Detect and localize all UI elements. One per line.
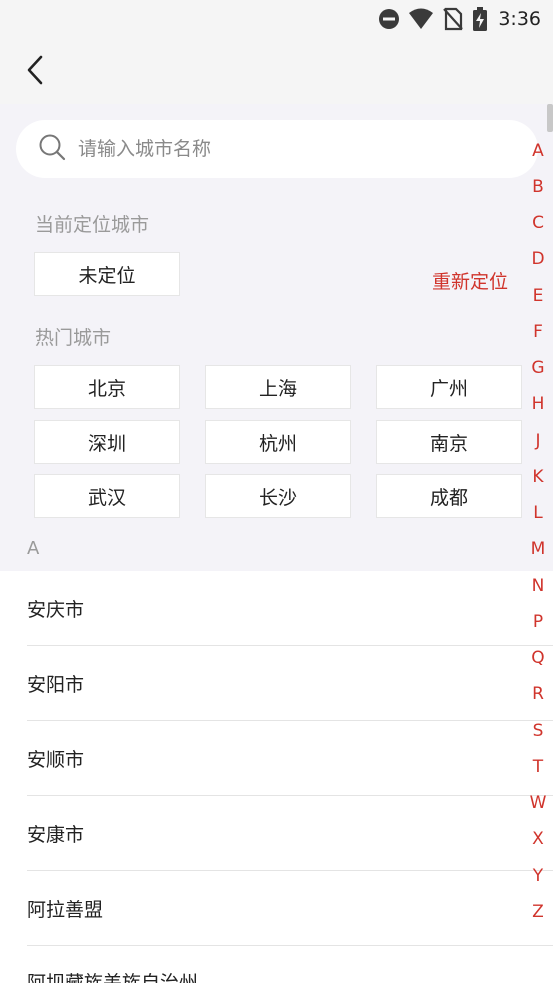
index-letter[interactable]: B — [524, 177, 552, 197]
battery-charging-icon — [472, 7, 488, 31]
city-list-item[interactable]: 阿坝藏族羌族自治州 — [27, 946, 553, 983]
index-letter[interactable]: F — [524, 322, 552, 342]
index-letter[interactable]: S — [524, 721, 552, 741]
city-group-header: A — [27, 538, 40, 559]
city-list: 安庆市 安阳市 安顺市 安康市 阿拉善盟 阿坝藏族羌族自治州 — [0, 571, 553, 983]
index-letter[interactable]: M — [524, 539, 552, 559]
status-time: 3:36 — [498, 8, 541, 30]
index-letter[interactable]: Q — [524, 648, 552, 668]
index-letter[interactable]: E — [524, 286, 552, 306]
city-picker-content: 当前定位城市 未定位 重新定位 热门城市 北京 上海 广州 深圳 杭州 南京 武… — [0, 104, 553, 983]
hot-city-button[interactable]: 武汉 — [34, 474, 180, 518]
back-button[interactable] — [18, 52, 52, 92]
status-bar: 3:36 — [0, 0, 553, 38]
hot-city-button[interactable]: 上海 — [205, 365, 351, 409]
wifi-icon — [408, 8, 434, 30]
index-letter[interactable]: R — [524, 684, 552, 704]
index-letter[interactable]: P — [524, 612, 552, 632]
no-sim-icon — [442, 7, 464, 31]
index-letter[interactable]: W — [524, 793, 552, 813]
index-letter[interactable]: Z — [524, 902, 552, 922]
city-list-item[interactable]: 安康市 — [27, 796, 553, 871]
index-letter[interactable]: J — [524, 431, 552, 451]
current-location-button[interactable]: 未定位 — [34, 252, 180, 296]
index-letter[interactable]: K — [524, 467, 552, 487]
hot-city-button[interactable]: 南京 — [376, 420, 522, 464]
index-letter[interactable]: D — [524, 249, 552, 269]
index-letter[interactable]: N — [524, 576, 552, 596]
hot-city-button[interactable]: 杭州 — [205, 420, 351, 464]
index-letter[interactable]: H — [524, 394, 552, 414]
hot-city-button[interactable]: 深圳 — [34, 420, 180, 464]
index-letter[interactable]: Y — [524, 866, 552, 886]
index-letter[interactable]: C — [524, 213, 552, 233]
index-letter[interactable]: L — [524, 503, 552, 523]
app-header — [0, 38, 553, 104]
city-list-item[interactable]: 安顺市 — [27, 721, 553, 796]
hot-city-button[interactable]: 长沙 — [205, 474, 351, 518]
hot-cities-label: 热门城市 — [35, 327, 112, 349]
search-box[interactable] — [16, 120, 538, 178]
city-list-item[interactable]: 安阳市 — [27, 646, 553, 721]
index-letter[interactable]: G — [524, 358, 552, 378]
chevron-left-icon — [25, 54, 45, 90]
current-location-label: 当前定位城市 — [35, 214, 150, 236]
hot-city-button[interactable]: 广州 — [376, 365, 522, 409]
city-list-item[interactable]: 阿拉善盟 — [27, 871, 553, 946]
relocate-button[interactable]: 重新定位 — [432, 267, 508, 294]
search-icon — [38, 133, 66, 165]
hot-city-button[interactable]: 成都 — [376, 474, 522, 518]
do-not-disturb-icon — [378, 8, 400, 30]
index-letter[interactable]: T — [524, 757, 552, 777]
hot-city-button[interactable]: 北京 — [34, 365, 180, 409]
scrollbar-thumb[interactable] — [547, 104, 553, 132]
search-input[interactable] — [78, 138, 478, 160]
city-list-item[interactable]: 安庆市 — [27, 571, 553, 646]
index-letter[interactable]: X — [524, 829, 552, 849]
index-letter[interactable]: A — [524, 141, 552, 161]
